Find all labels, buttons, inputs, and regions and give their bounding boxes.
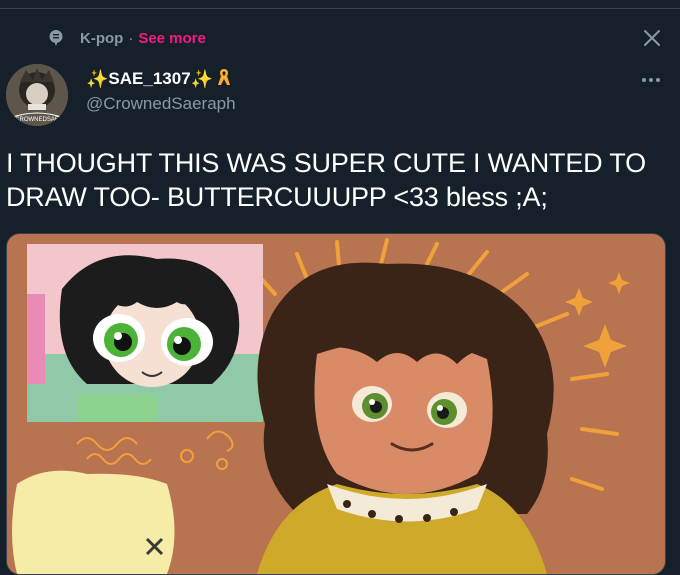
top-divider [0,8,680,9]
more-icon[interactable] [640,72,662,88]
topic-bubble-icon [48,30,64,46]
display-name-text: SAE_1307 [108,69,191,88]
sparkle-right: ✨ [190,68,214,89]
user-block: ✨ SAE_1307 ✨ @CrownedSaeraph [86,68,236,114]
user-handle[interactable]: @CrownedSaeraph [86,94,236,114]
tweet-media-image[interactable] [6,233,666,575]
topic-label[interactable]: K-pop [80,30,123,47]
topic-context: K-pop · See more [48,28,206,48]
avatar[interactable]: CROWNEDSAE [6,64,68,126]
avatar-text: CROWNEDSAE [15,117,59,123]
sparkle-left: ✨ [86,68,109,89]
close-icon[interactable] [640,26,664,50]
display-name[interactable]: ✨ SAE_1307 ✨ [86,68,236,90]
see-more-link[interactable]: See more [138,30,206,47]
topic-separator: · [128,29,134,47]
ribbon-icon [217,67,231,92]
tweet-text: I THOUGHT THIS WAS SUPER CUTE I WANTED T… [6,148,646,212]
